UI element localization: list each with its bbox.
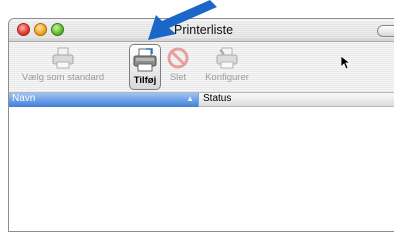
close-window-button[interactable]: [17, 23, 30, 36]
set-default-label: Vælg som standard: [21, 72, 105, 83]
delete-printer-button[interactable]: Slet: [163, 46, 193, 83]
column-header-navn[interactable]: Navn ▲: [9, 93, 199, 107]
zoom-window-button[interactable]: [51, 23, 64, 36]
minimize-window-button[interactable]: [34, 23, 47, 36]
configure-printer-icon: [197, 46, 257, 70]
configure-label: Konfigurer: [205, 72, 249, 83]
toolbar-toggle-button[interactable]: [377, 25, 394, 37]
printer-list[interactable]: [9, 107, 394, 231]
column-header-status[interactable]: Status: [199, 93, 394, 107]
add-printer-button[interactable]: Tilføj: [129, 44, 161, 90]
table-header: Navn ▲ Status: [9, 93, 394, 107]
callout-arrow-icon: [146, 0, 218, 49]
delete-label: Slet: [169, 72, 187, 83]
configure-printer-button[interactable]: Konfigurer: [197, 46, 257, 83]
add-printer-icon: [130, 47, 160, 73]
column-header-navn-label: Navn: [12, 93, 36, 104]
mouse-cursor-icon: [340, 55, 352, 75]
printer-list-window: Printerliste Vælg som standard Tilføj Sl…: [8, 18, 394, 232]
set-default-button[interactable]: Vælg som standard: [13, 46, 113, 83]
add-printer-label: Tilføj: [133, 75, 157, 86]
column-header-status-label: Status: [203, 93, 232, 104]
printer-icon: [13, 46, 113, 70]
sort-ascending-icon: ▲: [186, 94, 194, 103]
toolbar: Vælg som standard Tilføj Slet Konfigurer: [9, 42, 394, 93]
delete-icon: [163, 46, 193, 70]
